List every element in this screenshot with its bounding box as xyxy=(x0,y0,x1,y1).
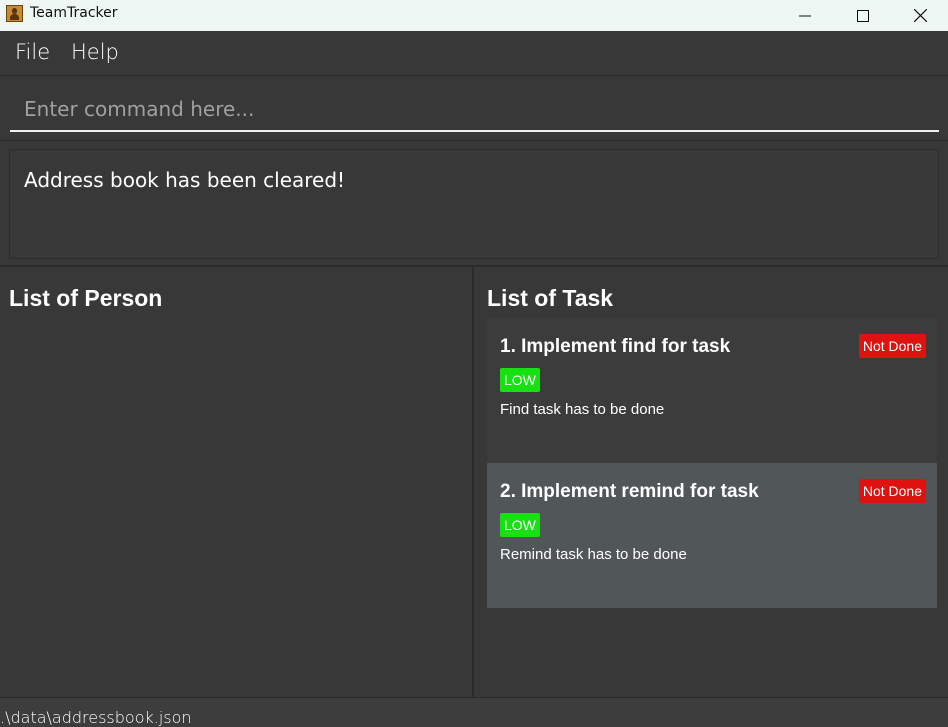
close-icon xyxy=(913,9,927,22)
priority-badge: LOW xyxy=(500,368,540,392)
menu-file[interactable]: File xyxy=(15,40,50,64)
title-bar: TeamTracker xyxy=(0,0,948,31)
task-list-title: List of Task xyxy=(487,285,614,311)
result-display: Address book has been cleared! xyxy=(9,149,939,259)
status-badge: Not Done xyxy=(858,334,926,358)
person-list-title: List of Person xyxy=(9,285,163,311)
task-description: Find task has to be done xyxy=(500,401,665,418)
maximize-button[interactable] xyxy=(834,0,892,31)
task-card[interactable]: 2. Implement remind for task Not Done LO… xyxy=(487,463,937,608)
maximize-icon xyxy=(857,9,869,22)
app-contact-icon xyxy=(6,5,23,22)
window-title: TeamTracker xyxy=(30,5,118,21)
command-input[interactable] xyxy=(10,88,939,132)
minimize-button[interactable] xyxy=(776,0,834,31)
priority-badge: LOW xyxy=(500,513,540,537)
task-description: Remind task has to be done xyxy=(500,546,687,563)
close-button[interactable] xyxy=(892,0,948,31)
task-list-panel: List of Task 1. Implement find for task … xyxy=(474,267,948,697)
minimize-icon xyxy=(799,15,811,16)
result-panel: Address book has been cleared! xyxy=(0,141,948,267)
result-message: Address book has been cleared! xyxy=(24,168,346,192)
menu-bar: File Help xyxy=(0,31,948,76)
menu-help[interactable]: Help xyxy=(71,40,119,64)
task-name: 1. Implement find for task xyxy=(500,336,731,357)
status-badge: Not Done xyxy=(858,479,926,503)
command-box xyxy=(0,76,948,141)
task-name: 2. Implement remind for task xyxy=(500,481,759,502)
person-list-panel: List of Person xyxy=(0,267,472,697)
status-bar: .\data\addressbook.json xyxy=(0,697,948,727)
task-card[interactable]: 1. Implement find for task Not Done LOW … xyxy=(487,318,937,463)
save-file-path: .\data\addressbook.json xyxy=(0,708,192,727)
